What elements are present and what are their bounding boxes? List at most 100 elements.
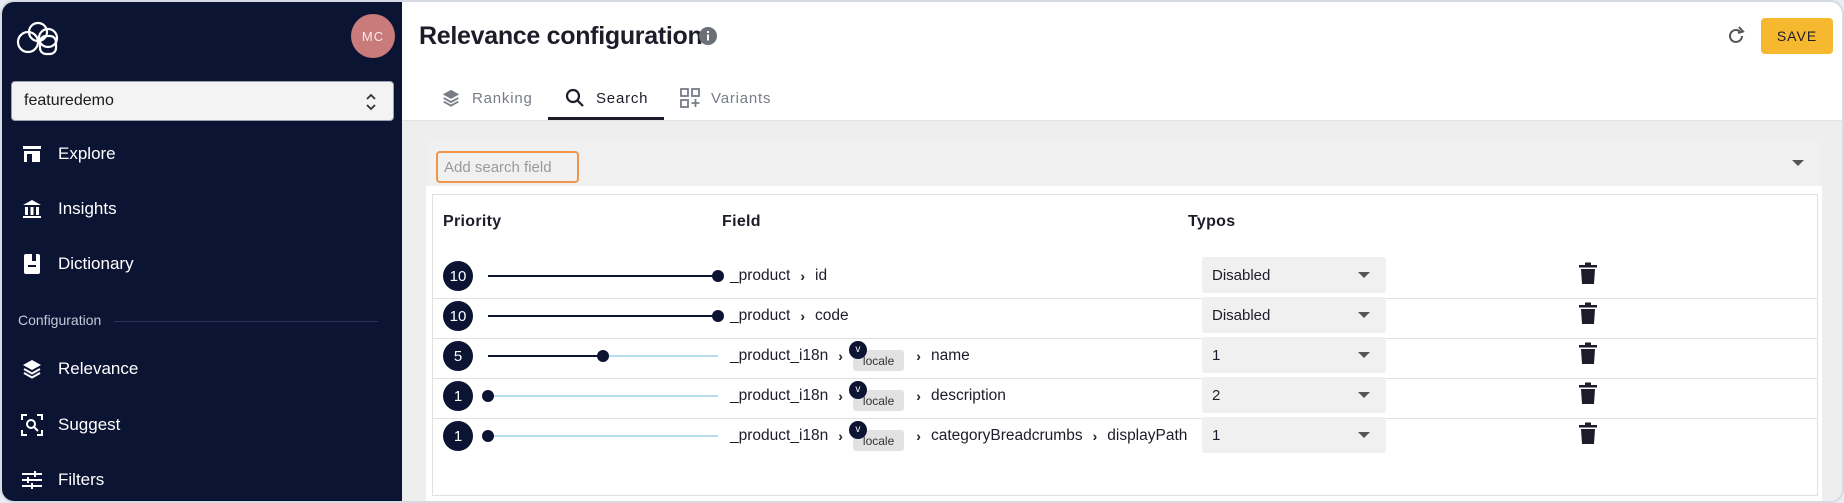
nav-item-suggest[interactable]: Suggest — [2, 399, 402, 451]
dropdown-caret-icon[interactable] — [1792, 160, 1804, 166]
priority-slider-thumb[interactable] — [482, 430, 494, 442]
add-search-field-select[interactable]: Add search field — [426, 142, 1822, 186]
field-path-segment: _product_i18n — [730, 346, 829, 364]
chevron-right-icon: › — [838, 427, 843, 444]
typos-select-value: 1 — [1212, 426, 1221, 444]
nav-item-dictionary[interactable]: Dictionary — [2, 238, 402, 290]
dropdown-caret-icon — [1358, 272, 1370, 278]
priority-value-badge: 10 — [443, 301, 473, 331]
typos-select[interactable]: 1 — [1202, 417, 1386, 453]
chevron-right-icon: › — [800, 267, 805, 284]
variable-badge: v — [848, 420, 867, 439]
typos-select-value: 1 — [1212, 346, 1221, 364]
chevron-right-icon: › — [916, 387, 921, 404]
delete-icon[interactable] — [1577, 382, 1599, 406]
field-path-segment: description — [930, 386, 1006, 404]
tab-ranking[interactable]: Ranking — [440, 76, 533, 120]
typos-select-value: Disabled — [1212, 306, 1271, 324]
dropdown-caret-icon — [1358, 432, 1370, 438]
chevron-right-icon: › — [838, 347, 843, 364]
catalog-select[interactable]: featuredemo — [11, 81, 394, 121]
app-logo[interactable] — [14, 18, 62, 56]
field-path-segment: displayPath — [1107, 426, 1188, 444]
variable-chip[interactable]: v locale — [848, 340, 905, 371]
storefront-icon — [20, 142, 44, 166]
priority-value-badge: 10 — [443, 261, 473, 291]
field-path-segment: _product_i18n — [730, 426, 829, 444]
book-icon — [20, 252, 44, 276]
delete-icon[interactable] — [1577, 342, 1599, 366]
delete-icon[interactable] — [1577, 262, 1599, 286]
delete-icon[interactable] — [1577, 422, 1599, 446]
priority-slider-thumb[interactable] — [482, 390, 494, 402]
dropdown-caret-icon — [1358, 352, 1370, 358]
field-path-segment: code — [815, 306, 849, 324]
search-fields-table: Priority Field Typos 10 _product › id Disabl… — [432, 194, 1818, 496]
chevron-right-icon: › — [916, 347, 921, 364]
column-header-priority: Priority — [443, 213, 502, 230]
nav-item-explore[interactable]: Explore — [2, 128, 402, 180]
info-icon[interactable] — [698, 26, 718, 46]
typos-select[interactable]: Disabled — [1202, 257, 1386, 293]
column-header-field: Field — [722, 213, 761, 230]
sidebar: MC featuredemo Explore Insights Dictiona… — [2, 2, 402, 501]
nav-item-label: Relevance — [58, 359, 139, 378]
priority-value-badge: 1 — [443, 381, 473, 411]
page-title: Relevance configuration — [419, 22, 703, 50]
divider — [114, 321, 378, 322]
priority-slider-fill — [488, 355, 603, 357]
chevron-right-icon: › — [916, 427, 921, 444]
chevron-right-icon: › — [1092, 427, 1098, 444]
app-window: MC featuredemo Explore Insights Dictiona… — [0, 0, 1844, 503]
field-path-segment: name — [930, 346, 970, 364]
grid-add-icon — [679, 87, 701, 109]
typos-select[interactable]: Disabled — [1202, 297, 1386, 333]
layers-icon — [20, 357, 44, 381]
unfold-icon — [366, 93, 376, 111]
nav-item-filters[interactable]: Filters — [2, 454, 402, 501]
priority-slider-thumb[interactable] — [712, 310, 724, 322]
refresh-icon[interactable] — [1725, 25, 1747, 47]
delete-icon[interactable] — [1577, 302, 1599, 326]
search-icon — [564, 87, 586, 109]
field-path-segment: categoryBreadcrumbs — [930, 426, 1083, 444]
sliders-icon — [20, 468, 44, 492]
tab-search[interactable]: Search — [564, 76, 648, 120]
variable-chip[interactable]: v locale — [848, 380, 905, 411]
chevron-right-icon: › — [838, 387, 843, 404]
nav-item-label: Dictionary — [58, 254, 134, 273]
bank-icon — [20, 197, 44, 221]
nav-item-insights[interactable]: Insights — [2, 183, 402, 235]
priority-value-badge: 5 — [443, 341, 473, 371]
section-label-configuration: Configuration — [18, 312, 102, 328]
main-panel: Relevance configuration SAVE Ranking Sea… — [402, 2, 1842, 501]
priority-slider-thumb[interactable] — [597, 350, 609, 362]
column-header-typos: Typos — [1188, 213, 1236, 230]
typos-select-value: Disabled — [1212, 266, 1271, 284]
priority-slider-thumb[interactable] — [712, 270, 724, 282]
nav-item-label: Insights — [58, 199, 117, 218]
variable-badge: v — [848, 340, 867, 359]
save-button[interactable]: SAVE — [1761, 18, 1833, 54]
field-path-segment: _product_i18n — [730, 386, 829, 404]
nav-item-label: Explore — [58, 144, 116, 163]
nav-item-relevance[interactable]: Relevance — [2, 343, 402, 395]
add-search-field-input[interactable]: Add search field — [436, 151, 579, 183]
priority-slider-track[interactable] — [488, 435, 718, 437]
tab-label: Search — [596, 89, 649, 107]
scan-search-icon — [20, 413, 44, 437]
field-path-segment: _product — [730, 306, 791, 324]
typos-select[interactable]: 2 — [1202, 377, 1386, 413]
variable-chip[interactable]: v locale — [848, 420, 905, 451]
typos-select[interactable]: 1 — [1202, 337, 1386, 373]
priority-slider-track[interactable] — [488, 395, 718, 397]
dropdown-caret-icon — [1358, 312, 1370, 318]
priority-slider-fill — [488, 275, 718, 277]
tab-label: Variants — [711, 89, 772, 107]
nav-item-label: Suggest — [58, 415, 121, 434]
field-path-segment: _product — [730, 266, 791, 284]
priority-value-badge: 1 — [443, 421, 473, 451]
table-row: 1 _product_i18n › v locale › categoryBreadcrum… — [433, 412, 1817, 459]
user-avatar[interactable]: MC — [351, 14, 395, 58]
tab-variants[interactable]: Variants — [679, 76, 771, 120]
